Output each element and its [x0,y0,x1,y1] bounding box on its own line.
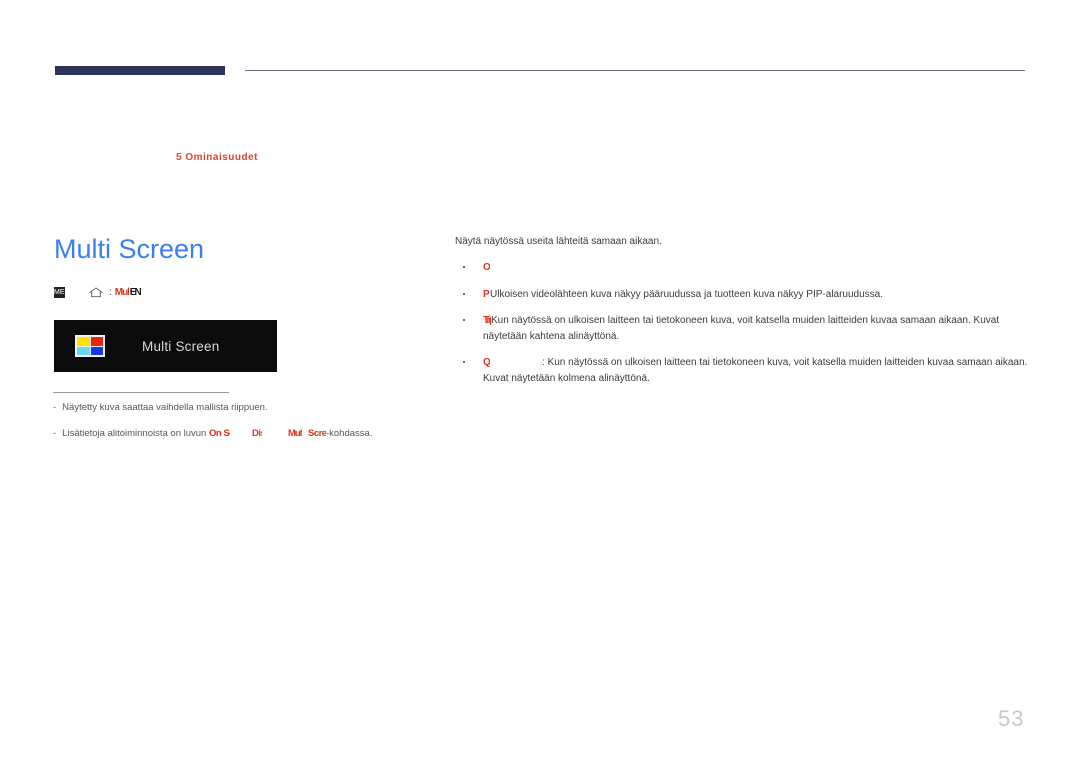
breadcrumb-item-enter: ENTER [129,287,141,298]
note-keyword-multi: Multi [287,428,302,439]
main-content: Näytä näytössä useita lähteitä samaan ai… [455,234,1030,397]
page-header-rule [55,66,1025,76]
multi-screen-menu-card[interactable]: Multi Screen [54,320,277,372]
home-icon [89,287,103,298]
header-accent-bar [55,66,225,75]
breadcrumb: MENU : Multi Screen ENTER [54,287,141,298]
quadrant-top-right [90,337,103,346]
breadcrumb-item-multi-screen: Multi Screen [114,287,129,298]
bullet-dot [463,292,465,295]
note-dash: - [53,428,57,439]
option-item-off: Off [455,260,1030,276]
option-separator-quadruple: : [542,357,545,368]
notes-list: - Näytetty kuva saattaa vaihdella mallis… [53,401,413,453]
chapter-label: 5 Ominaisuudet [176,152,259,163]
header-thin-rule [245,70,1025,71]
quadrant-bottom-right [90,346,103,355]
note-dash: - [53,402,57,413]
option-item-pip: PIPUlkoisen videolähteen kuva näkyy päär… [455,287,1030,303]
menu-badge-icon: MENU [54,287,65,298]
option-item-triple: TripleKun näytössä on ulkoisen laitteen … [455,313,1030,344]
bullet-dot [463,319,465,321]
option-label-quadruple: Quadruple [483,357,490,368]
option-label-off: Off [483,262,490,273]
menu-card-label: Multi Screen [142,338,220,354]
quadrant-top-left [77,337,90,346]
option-body-triple: Kun näytössä on ulkoisen laitteen tai ti… [483,315,1000,342]
multi-screen-quadrant-icon [75,335,105,357]
bullet-dot [463,266,465,268]
note-prefix: Lisätietoja alitoiminnoista on luvun [62,428,209,439]
options-list: Off PIPUlkoisen videolähteen kuva näkyy … [455,260,1030,386]
option-label-pip: PIP [483,288,490,300]
page-number: 53 [998,706,1025,731]
note-keyword-display: Display [251,428,262,439]
note-keyword-on-screen: On Screen [208,428,230,439]
note-text: Näytetty kuva saattaa vaihdella mallista… [62,402,268,413]
notes-separator-rule [53,392,229,393]
option-body-pip: Ulkoisen videolähteen kuva näkyy pääruud… [490,288,884,300]
note-keyword-screen: Screen [307,428,326,439]
note-text: Lisätietoja alitoiminnoista on luvun On … [62,427,372,441]
page-title: Multi Screen [54,234,205,264]
breadcrumb-separator: : [109,287,112,298]
note-item: - Lisätietoja alitoiminnoista on luvun O… [53,427,413,441]
intro-text: Näytä näytössä useita lähteitä samaan ai… [455,236,662,247]
option-item-quadruple: Quadruple: Kun näytössä on ulkoisen lait… [455,355,1030,386]
option-body-quadruple: Kun näytössä on ulkoisen laitteen tai ti… [483,357,1028,384]
option-label-triple: Triple [483,315,491,326]
quadrant-bottom-left [77,346,90,355]
note-suffix: -kohdassa. [325,428,373,439]
note-item: - Näytetty kuva saattaa vaihdella mallis… [53,401,413,415]
bullet-dot [463,361,465,363]
